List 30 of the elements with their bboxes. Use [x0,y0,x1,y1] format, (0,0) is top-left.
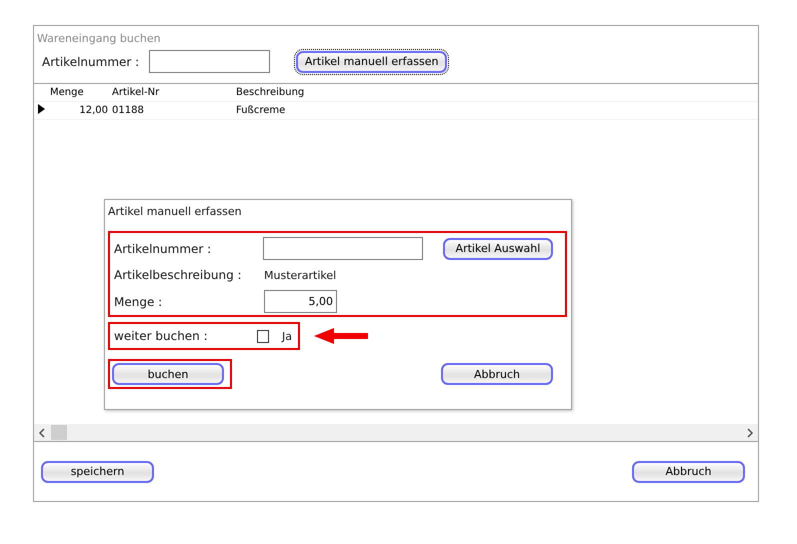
cancel-button[interactable]: Abbruch [632,460,745,482]
table-cell-text: 12,00 [78,105,109,116]
table-cell-text: 01188 [111,105,145,116]
save-button[interactable]: speichern [41,460,154,482]
horizontal-scrollbar[interactable] [34,424,758,441]
scroll-right-icon[interactable] [746,428,754,438]
field-label: weiter buchen : [114,329,208,343]
article-select-button[interactable]: Artikel Auswahl [442,238,554,260]
artikelnummer-field[interactable] [149,50,270,73]
column-header: Artikel-Nr [111,87,160,98]
table-cell-text: Fußcreme [235,105,286,116]
column-header: Beschreibung [235,87,306,98]
artikelnummer-field[interactable] [262,237,423,260]
window-title: Wareneingang buchen [36,31,162,47]
book-button[interactable]: buchen [112,363,224,385]
field-label: Artikelnummer : [114,242,212,256]
field-label: Artikelnummer : [42,54,140,68]
scroll-left-icon[interactable] [38,428,46,438]
field-label: Menge : [114,294,162,308]
scroll-thumb[interactable] [51,425,67,440]
cancel-button[interactable]: Abbruch [441,363,553,385]
column-header: Menge [49,87,85,98]
quantity-field[interactable]: 5,00 [264,290,337,313]
arrow-icon [314,327,370,345]
dialog-title: Artikel manuell erfassen [108,205,243,218]
description-value: Musterartikel [264,268,336,282]
manual-entry-button[interactable]: Artikel manuell erfassen [296,50,448,72]
checkbox-label: Ja [282,330,292,342]
checkbox[interactable] [256,330,269,342]
field-label: Artikelbeschreibung : [114,268,242,282]
